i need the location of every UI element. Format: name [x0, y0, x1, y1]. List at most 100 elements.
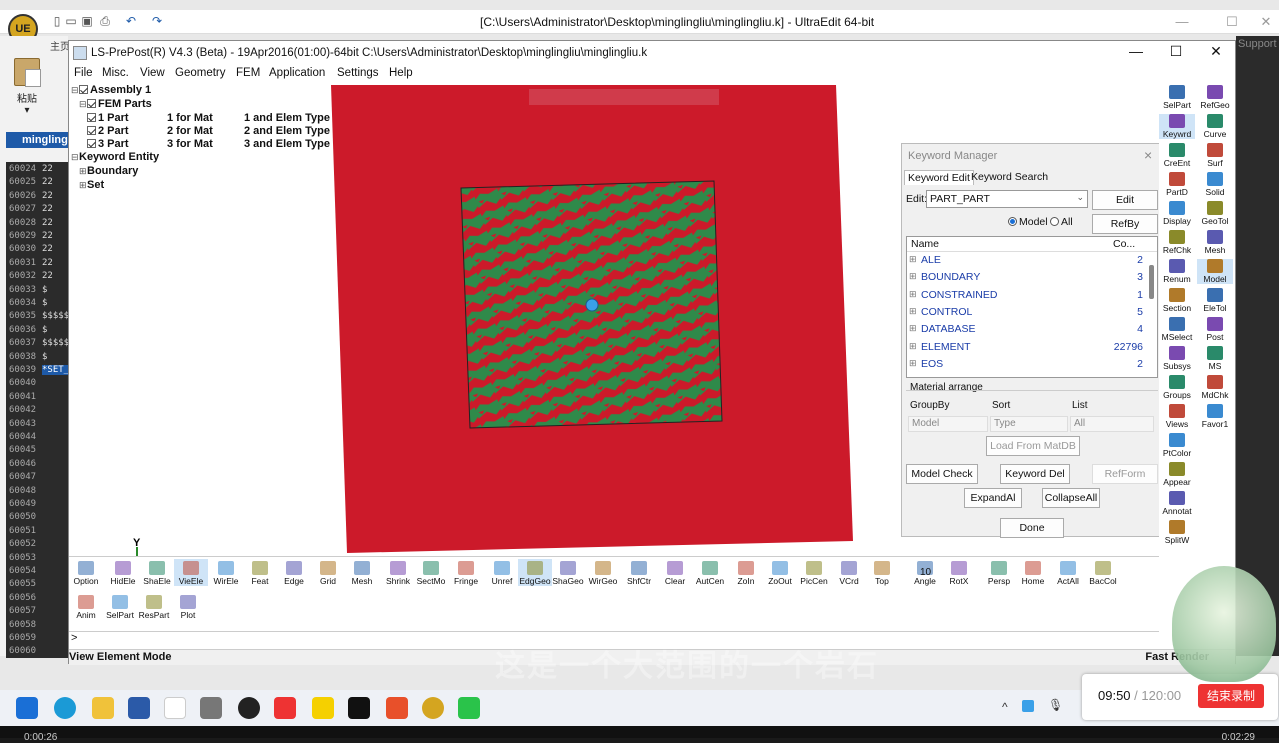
tool-post[interactable]: Post [1197, 317, 1233, 342]
tool-fringe[interactable]: Fringe [449, 559, 483, 586]
tool-groups[interactable]: Groups [1159, 375, 1195, 400]
word-icon[interactable] [128, 697, 150, 719]
line-content[interactable]: $ [42, 325, 47, 335]
menu-fem[interactable]: FEM [236, 67, 260, 79]
tool-wirele[interactable]: WirEle [209, 559, 243, 586]
tool-edggeo[interactable]: EdgGeo [518, 559, 552, 586]
tool-appear[interactable]: Appear [1159, 462, 1195, 487]
tool-partd[interactable]: PartD [1159, 172, 1195, 197]
tool-anim-2[interactable]: Anim [69, 593, 103, 620]
tool-ms[interactable]: MS [1197, 346, 1233, 371]
tool-autcen[interactable]: AutCen [693, 559, 727, 586]
line-content[interactable]: 22 [42, 244, 53, 254]
lsprepost-close-button[interactable]: ✕ [1201, 43, 1231, 60]
tree-part-3[interactable]: 3 Part [87, 138, 129, 150]
menu-settings[interactable]: Settings [337, 67, 379, 79]
line-content[interactable]: 22 [42, 177, 53, 187]
tool-renum[interactable]: Renum [1159, 259, 1195, 284]
tool-shfctr[interactable]: ShfCtr [622, 559, 656, 586]
new-file-icon[interactable]: ▯ [50, 14, 64, 28]
support-link[interactable]: Support [1238, 38, 1277, 50]
keyword-manager-close-icon[interactable]: × [1144, 147, 1152, 163]
model-check-button[interactable]: Model Check [906, 464, 978, 484]
line-content[interactable]: $ [42, 298, 47, 308]
ultraedit-close-button[interactable]: ✕ [1256, 14, 1276, 30]
tool-mesh[interactable]: Mesh [345, 559, 379, 586]
load-from-matdb-button[interactable]: Load From MatDB [986, 436, 1080, 456]
tool-curve[interactable]: Curve [1197, 114, 1233, 139]
list-item[interactable]: ⊞ ALE 2 [907, 254, 1147, 271]
tool-edge[interactable]: Edge [277, 559, 311, 586]
tool-option[interactable]: Option [69, 559, 103, 586]
list-scrollbar[interactable] [1149, 265, 1154, 299]
tree-part-1[interactable]: 1 Part [87, 112, 129, 124]
line-content[interactable]: 22 [42, 218, 53, 228]
tool-solid[interactable]: Solid [1197, 172, 1233, 197]
list-item[interactable]: ⊞ ELEMENT 22796 [907, 341, 1147, 358]
angle-value[interactable]: 10 [920, 567, 931, 578]
tab-keyword-edit[interactable]: Keyword Edit [904, 170, 974, 185]
tree-keyword-entity[interactable]: ⊟Keyword Entity [71, 151, 159, 163]
start-icon[interactable] [16, 697, 38, 719]
tool-splitw[interactable]: SplitW [1159, 520, 1195, 545]
list-select[interactable]: All [1070, 416, 1154, 432]
ultraedit-maximize-button[interactable]: ☐ [1222, 14, 1242, 30]
tool-unref[interactable]: Unref [485, 559, 519, 586]
tool-feat[interactable]: Feat [243, 559, 277, 586]
line-content[interactable]: $ [42, 352, 47, 362]
tool-subsys[interactable]: Subsys [1159, 346, 1195, 371]
tray-app-icon[interactable] [1022, 700, 1034, 712]
tool-eletol[interactable]: EleTol [1197, 288, 1233, 313]
menu-application[interactable]: Application [269, 67, 325, 79]
edge-icon[interactable] [54, 697, 76, 719]
tool-shageo[interactable]: ShaGeo [551, 559, 585, 586]
menu-help[interactable]: Help [389, 67, 413, 79]
capcut-icon[interactable] [348, 697, 370, 719]
tool-mdchk[interactable]: MdChk [1197, 375, 1233, 400]
undo-icon[interactable]: ↶ [124, 14, 138, 28]
qq-icon[interactable] [238, 697, 260, 719]
tool-annotat[interactable]: Annotat [1159, 491, 1195, 516]
tool-rotx[interactable]: RotX [942, 559, 976, 586]
tray-chevron-icon[interactable]: ^ [1002, 700, 1008, 714]
tool-top[interactable]: Top [865, 559, 899, 586]
ribbon-tab-home[interactable]: 主页 [50, 38, 70, 53]
wechat-icon[interactable] [458, 697, 480, 719]
app-s-icon[interactable] [386, 697, 408, 719]
expand-all-button[interactable]: ExpandAl [964, 488, 1022, 508]
done-button[interactable]: Done [1000, 518, 1064, 538]
tab-keyword-search[interactable]: Keyword Search [968, 170, 1051, 184]
tool-plot-2[interactable]: Plot [171, 593, 205, 620]
tool-views[interactable]: Views [1159, 404, 1195, 429]
sort-select[interactable]: Type [990, 416, 1068, 432]
collapse-all-button[interactable]: CollapseAll [1042, 488, 1100, 508]
refform-button[interactable]: RefForm [1092, 464, 1158, 484]
tool-refchk[interactable]: RefChk [1159, 230, 1195, 255]
line-content[interactable]: $$$$$ [42, 311, 69, 321]
line-content[interactable]: 22 [42, 204, 53, 214]
menu-view[interactable]: View [140, 67, 165, 79]
keyword-select[interactable]: PART_PART ⌄ [926, 190, 1088, 208]
menu-file[interactable]: File [74, 67, 93, 79]
print-icon[interactable]: ⎙ [98, 14, 112, 28]
app-a-icon[interactable] [164, 697, 186, 719]
redo-icon[interactable]: ↷ [150, 14, 164, 28]
tree-set[interactable]: ⊞Set [79, 179, 104, 191]
tool-selpart-2[interactable]: SelPart [103, 593, 137, 620]
list-item[interactable]: ⊞ DATABASE 4 [907, 323, 1147, 340]
list-item[interactable]: ⊞ CONSTRAINED 1 [907, 289, 1147, 306]
keyword-del-button[interactable]: Keyword Del [1000, 464, 1070, 484]
line-content[interactable]: 22 [42, 271, 53, 281]
groupby-select[interactable]: Model [908, 416, 988, 432]
tool-clear[interactable]: Clear [658, 559, 692, 586]
tool-shrink[interactable]: Shrink [381, 559, 415, 586]
tool-vcrd[interactable]: VCrd [832, 559, 866, 586]
tree-fem-parts[interactable]: ⊟ FEM Parts [79, 98, 152, 110]
paste-button[interactable]: 粘贴▾ [10, 58, 44, 116]
list-item[interactable]: ⊞ CONTROL 5 [907, 306, 1147, 323]
tool-respart-2[interactable]: ResPart [137, 593, 171, 620]
keyword-list[interactable]: Name Co... ⊞ ALE 2 ⊞ BOUNDARY 3 ⊞ CONSTRAINED… [906, 236, 1158, 378]
tree-assembly[interactable]: ⊟ Assembly 1 [71, 84, 151, 96]
tool-display[interactable]: Display [1159, 201, 1195, 226]
tool-persp[interactable]: Persp [982, 559, 1016, 586]
